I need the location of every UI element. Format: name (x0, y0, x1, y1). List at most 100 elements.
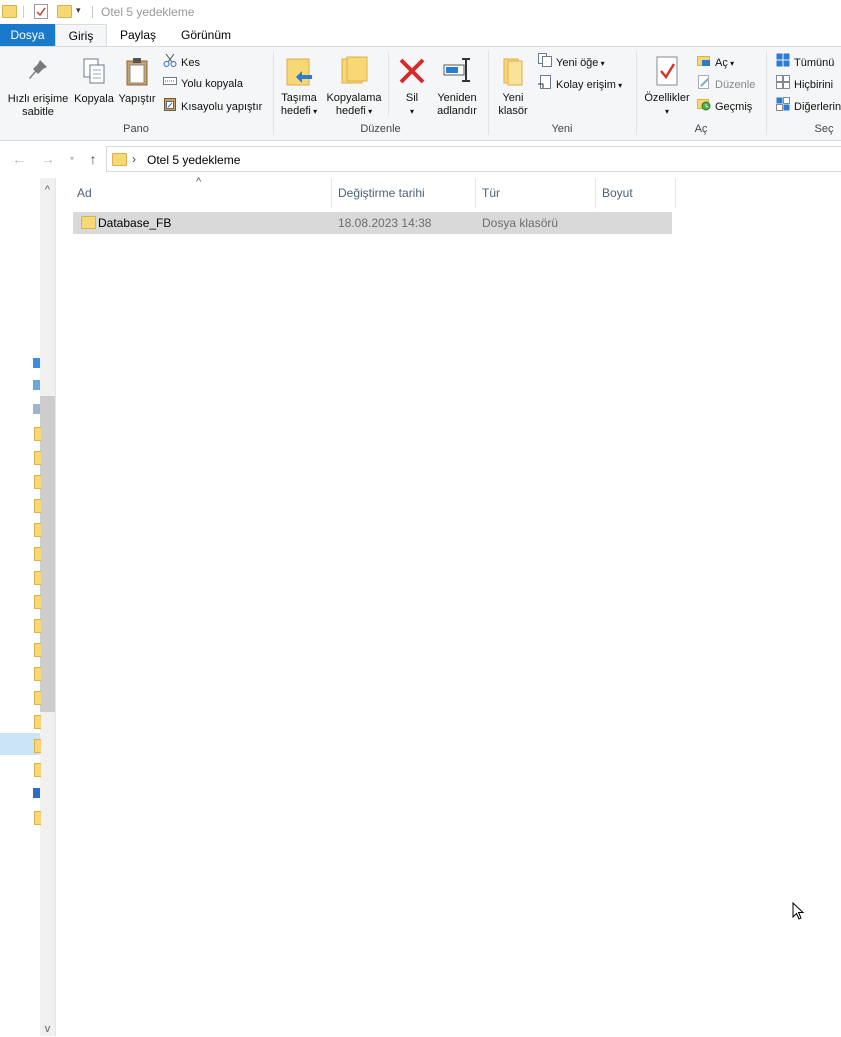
scissors-icon (163, 53, 177, 73)
mouse-cursor-icon (792, 902, 804, 920)
tab-share[interactable]: Paylaş (112, 24, 164, 46)
easy-access-dropdown-icon: ▾ (615, 80, 623, 90)
nav-item-folder-icon[interactable] (34, 715, 41, 729)
move-to-button[interactable]: Taşıma hedefi ▾ (277, 55, 321, 118)
copy-to-dropdown-icon: ▾ (365, 107, 373, 116)
folder-icon (2, 5, 17, 18)
nav-item-folder-icon[interactable] (34, 547, 41, 561)
file-type: Dosya klasörü (482, 216, 559, 230)
history-button[interactable]: Geçmiş (697, 97, 752, 115)
customize-quick-access-chevron-icon[interactable]: ▾ (76, 5, 81, 16)
nav-item-network-drive-icon[interactable] (33, 788, 40, 798)
nav-item-folder-icon[interactable] (34, 763, 41, 777)
ribbon-tabs: Dosya Giriş Paylaş Görünüm (0, 24, 841, 46)
open-button[interactable]: Aç ▾ (697, 53, 734, 71)
delete-dropdown-icon: ▾ (409, 107, 414, 116)
properties-icon (656, 56, 678, 86)
copy-to-button[interactable]: Kopyalama hedefi ▾ (324, 55, 384, 118)
nav-item-folder-icon[interactable] (34, 811, 41, 825)
file-name[interactable]: Database_FB (98, 212, 171, 234)
new-folder-quick-icon[interactable] (57, 5, 72, 18)
easy-access-button[interactable]: Kolay erişim ▾ (538, 75, 622, 93)
table-row[interactable]: Database_FB 18.08.2023 14:38 Dosya klasö… (73, 212, 672, 234)
copy-path-icon (163, 75, 177, 93)
breadcrumb-chevron-icon[interactable]: › (132, 152, 136, 166)
column-header-date-modified[interactable]: Değiştirme tarihi (332, 178, 476, 208)
properties-button[interactable]: Özellikler ▾ (641, 55, 693, 118)
select-none-button[interactable]: Hiçbirini (776, 75, 833, 93)
paste-button[interactable]: Yapıştır (116, 57, 158, 106)
properties-dropdown-icon: ▾ (664, 107, 669, 116)
nav-item-folder-icon[interactable] (34, 595, 41, 609)
nav-item-folder-icon[interactable] (34, 643, 41, 657)
easy-access-icon (538, 75, 552, 95)
select-all-label: Tümünü (794, 56, 835, 69)
pin-quick-access-button[interactable]: Hızlı erişime sabitle (4, 57, 72, 119)
nav-item-folder-icon[interactable] (34, 427, 41, 441)
scroll-up-icon[interactable]: ^ (40, 182, 55, 198)
tab-home[interactable]: Giriş (55, 24, 107, 46)
nav-item-desktop-icon[interactable] (33, 358, 40, 368)
edit-label: Düzenle (715, 78, 756, 91)
forward-arrow-icon[interactable]: → (39, 150, 57, 168)
edit-icon (697, 75, 711, 95)
nav-scrollbar-thumb[interactable] (40, 396, 55, 712)
invert-selection-label: Diğerlerini (794, 100, 841, 113)
nav-item-folder-icon[interactable] (34, 571, 41, 585)
address-bar[interactable]: › Otel 5 yedekleme (106, 146, 841, 172)
navigation-pane: ^ v (0, 178, 56, 1036)
divider (23, 6, 24, 18)
copy-path-button[interactable]: Yolu kopyala (163, 75, 243, 93)
open-icon (697, 53, 711, 73)
pin-label-2: sabitle (22, 106, 54, 118)
select-all-button[interactable]: Tümünü (776, 53, 834, 71)
back-arrow-icon[interactable]: ← (10, 150, 28, 168)
copy-to-label-2: hedefi (335, 105, 366, 117)
paste-shortcut-button[interactable]: Kısayolu yapıştır (163, 97, 262, 115)
properties-quick-icon[interactable] (34, 4, 48, 19)
new-folder-label-2: klasör (498, 105, 528, 117)
nav-item-folder-icon[interactable] (34, 451, 41, 465)
column-header-size[interactable]: Boyut (596, 178, 676, 208)
tab-file[interactable]: Dosya (0, 24, 55, 46)
open-label: Aç (715, 56, 728, 69)
group-label-yeni: Yeni (551, 123, 573, 135)
edit-button[interactable]: Düzenle (697, 75, 755, 93)
nav-item-folder-icon[interactable] (34, 691, 41, 705)
folder-icon (81, 216, 96, 229)
cut-button[interactable]: Kes (163, 53, 200, 71)
rename-button[interactable]: Yeniden adlandır (433, 55, 481, 118)
invert-selection-button[interactable]: Diğerlerini (776, 97, 841, 115)
new-folder-label-1: Yeni (502, 92, 524, 104)
new-item-button[interactable]: Yeni öğe ▾ (538, 53, 605, 71)
copy-button[interactable]: Kopyala (72, 57, 116, 106)
nav-item-folder-icon[interactable] (34, 499, 41, 513)
recent-locations-chevron-icon[interactable]: ▾ (63, 150, 81, 168)
column-header-name[interactable]: Ad (71, 178, 332, 208)
new-item-icon (538, 53, 552, 73)
nav-item-pictures-icon[interactable] (33, 404, 40, 414)
nav-item-folder-icon[interactable] (34, 667, 41, 681)
cut-label: Kes (181, 56, 200, 69)
delete-x-icon (399, 58, 425, 84)
copy-to-icon (341, 56, 368, 84)
nav-item-folder-icon[interactable] (34, 523, 41, 537)
breadcrumb-current[interactable]: Otel 5 yedekleme (147, 153, 240, 167)
move-to-icon (286, 58, 312, 86)
navigation-bar: ← → ▾ ↑ › Otel 5 yedekleme (0, 144, 841, 174)
select-none-label: Hiçbirini (794, 78, 834, 91)
copy-icon (83, 58, 105, 84)
easy-access-label: Kolay erişim (556, 78, 616, 91)
up-arrow-icon[interactable]: ↑ (84, 150, 102, 168)
move-to-dropdown-icon: ▾ (310, 107, 318, 116)
nav-item-folder-icon-selected[interactable] (34, 739, 41, 753)
nav-item-folder-icon[interactable] (34, 619, 41, 633)
nav-item-folder-icon[interactable] (34, 475, 41, 489)
copy-path-label: Yolu kopyala (181, 78, 243, 90)
tab-view[interactable]: Görünüm (170, 24, 242, 46)
scroll-down-icon[interactable]: v (40, 1021, 55, 1037)
column-header-type[interactable]: Tür (476, 178, 596, 208)
nav-item-documents-icon[interactable] (33, 380, 40, 390)
delete-button[interactable]: Sil ▾ (394, 55, 430, 118)
new-folder-button[interactable]: Yeni klasör (493, 55, 533, 118)
